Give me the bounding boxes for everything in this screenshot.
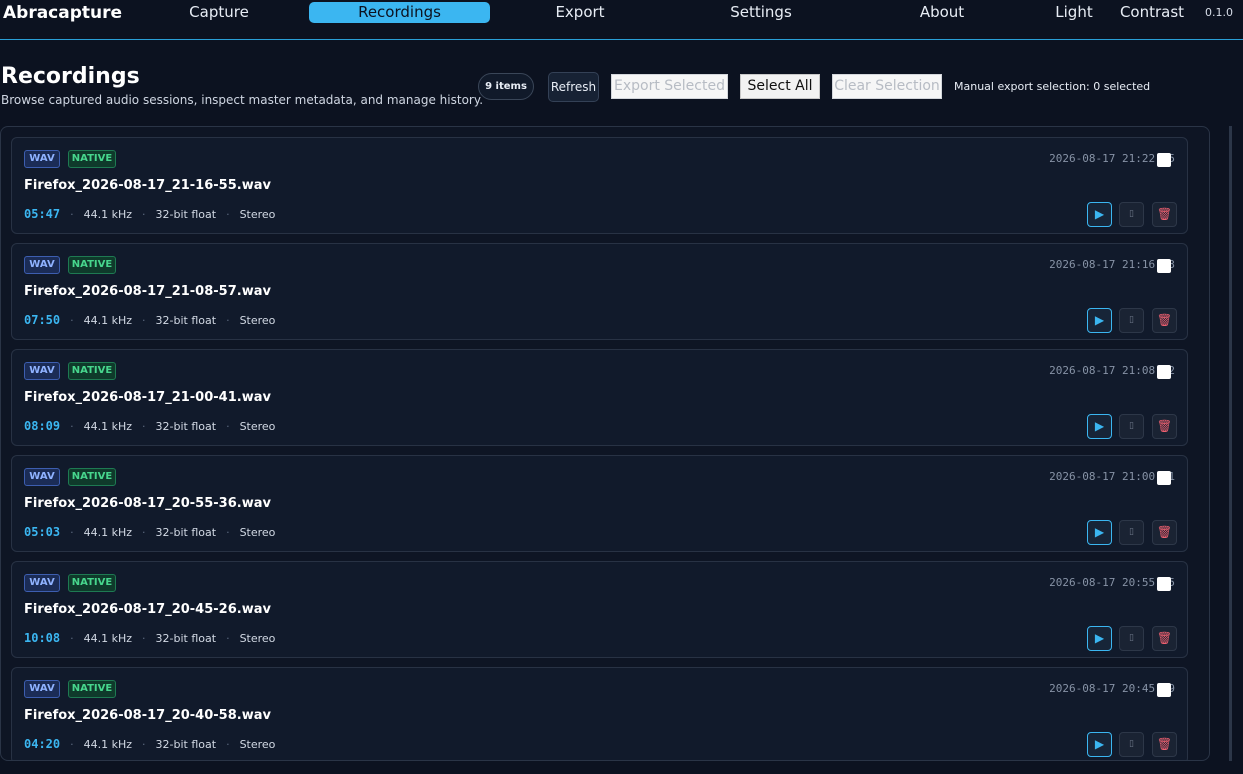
recording-card[interactable]: WAV NATIVE 2026-08-17 21:22:05 Firefox_2… xyxy=(11,137,1188,234)
select-icon[interactable]: ▯ xyxy=(1119,202,1144,227)
recording-duration: 10:08 xyxy=(24,631,61,645)
trash-icon[interactable]: 🗑 xyxy=(1152,202,1177,227)
trash-icon[interactable]: 🗑 xyxy=(1152,414,1177,439)
format-badge: WAV xyxy=(24,256,60,274)
channels: Stereo xyxy=(239,738,276,751)
recording-meta: 05:47 · 44.1 kHz · 32-bit float · Stereo xyxy=(24,207,276,221)
source-badge: NATIVE xyxy=(68,256,116,274)
recording-duration: 04:20 xyxy=(24,737,61,751)
play-icon[interactable]: ▶ xyxy=(1087,732,1112,757)
source-badge: NATIVE xyxy=(68,680,116,698)
recording-meta: 05:03 · 44.1 kHz · 32-bit float · Stereo xyxy=(24,525,276,539)
recording-duration: 08:09 xyxy=(24,419,61,433)
theme-contrast-toggle[interactable]: Contrast xyxy=(1117,2,1187,23)
bit-depth: 32-bit float xyxy=(155,526,217,539)
trash-icon[interactable]: 🗑 xyxy=(1152,308,1177,333)
page-subtitle: Browse captured audio sessions, inspect … xyxy=(1,93,484,107)
bit-depth: 32-bit float xyxy=(155,420,217,433)
play-icon[interactable]: ▶ xyxy=(1087,202,1112,227)
format-badge: WAV xyxy=(24,574,60,592)
recording-duration: 05:47 xyxy=(24,207,61,221)
format-badge: WAV xyxy=(24,680,60,698)
bit-depth: 32-bit float xyxy=(155,632,217,645)
recording-card[interactable]: WAV NATIVE 2026-08-17 21:08:52 Firefox_2… xyxy=(11,349,1188,446)
trash-icon[interactable]: 🗑 xyxy=(1152,520,1177,545)
select-all-button[interactable]: Select All xyxy=(740,74,820,99)
sample-rate: 44.1 kHz xyxy=(83,632,133,645)
select-checkbox[interactable] xyxy=(1157,683,1171,697)
select-icon[interactable]: ▯ xyxy=(1119,520,1144,545)
channels: Stereo xyxy=(239,314,276,327)
sample-rate: 44.1 kHz xyxy=(83,526,133,539)
clear-selection-button[interactable]: Clear Selection xyxy=(832,74,942,99)
bit-depth: 32-bit float xyxy=(155,738,217,751)
export-selected-button[interactable]: Export Selected xyxy=(611,74,728,99)
select-checkbox[interactable] xyxy=(1157,365,1171,379)
sample-rate: 44.1 kHz xyxy=(83,420,133,433)
source-badge: NATIVE xyxy=(68,150,116,168)
select-icon[interactable]: ▯ xyxy=(1119,626,1144,651)
nav-tab-export[interactable]: Export xyxy=(494,2,666,23)
recording-duration: 07:50 xyxy=(24,313,61,327)
nav-tab-recordings[interactable]: Recordings xyxy=(309,2,490,23)
recording-meta: 10:08 · 44.1 kHz · 32-bit float · Stereo xyxy=(24,631,276,645)
trash-icon[interactable]: 🗑 xyxy=(1152,626,1177,651)
select-icon[interactable]: ▯ xyxy=(1119,732,1144,757)
recording-card[interactable]: WAV NATIVE 2026-08-17 21:16:53 Firefox_2… xyxy=(11,243,1188,340)
format-badge: WAV xyxy=(24,362,60,380)
play-icon[interactable]: ▶ xyxy=(1087,626,1112,651)
sample-rate: 44.1 kHz xyxy=(83,208,133,221)
select-checkbox[interactable] xyxy=(1157,153,1171,167)
recording-filename: Firefox_2026-08-17_21-16-55.wav xyxy=(24,178,271,193)
source-badge: NATIVE xyxy=(68,468,116,486)
bit-depth: 32-bit float xyxy=(155,208,217,221)
top-nav: Abracapture Capture Recordings Export Se… xyxy=(0,0,1243,40)
app-version: 0.1.0 xyxy=(1205,6,1233,19)
select-checkbox[interactable] xyxy=(1157,259,1171,273)
nav-tab-capture[interactable]: Capture xyxy=(132,2,306,23)
recording-meta: 08:09 · 44.1 kHz · 32-bit float · Stereo xyxy=(24,419,276,433)
recording-card[interactable]: WAV NATIVE 2026-08-17 20:55:35 Firefox_2… xyxy=(11,561,1188,658)
refresh-button[interactable]: Refresh xyxy=(548,72,599,102)
recording-filename: Firefox_2026-08-17_20-55-36.wav xyxy=(24,496,271,511)
channels: Stereo xyxy=(239,526,276,539)
recordings-list: WAV NATIVE 2026-08-17 21:22:05 Firefox_2… xyxy=(0,126,1210,761)
format-badge: WAV xyxy=(24,150,60,168)
recording-filename: Firefox_2026-08-17_20-45-26.wav xyxy=(24,602,271,617)
format-badge: WAV xyxy=(24,468,60,486)
recording-filename: Firefox_2026-08-17_21-00-41.wav xyxy=(24,390,271,405)
recording-card[interactable]: WAV NATIVE 2026-08-17 21:00:41 Firefox_2… xyxy=(11,455,1188,552)
select-checkbox[interactable] xyxy=(1157,577,1171,591)
recording-filename: Firefox_2026-08-17_20-40-58.wav xyxy=(24,708,271,723)
source-badge: NATIVE xyxy=(68,574,116,592)
page-title: Recordings xyxy=(1,64,140,89)
nav-tab-about[interactable]: About xyxy=(855,2,1029,23)
channels: Stereo xyxy=(239,420,276,433)
item-count-badge: 9 items xyxy=(478,73,534,100)
play-icon[interactable]: ▶ xyxy=(1087,414,1112,439)
sample-rate: 44.1 kHz xyxy=(83,314,133,327)
select-icon[interactable]: ▯ xyxy=(1119,308,1144,333)
channels: Stereo xyxy=(239,208,276,221)
channels: Stereo xyxy=(239,632,276,645)
app-brand: Abracapture xyxy=(3,3,123,23)
play-icon[interactable]: ▶ xyxy=(1087,520,1112,545)
recording-meta: 04:20 · 44.1 kHz · 32-bit float · Stereo xyxy=(24,737,276,751)
source-badge: NATIVE xyxy=(68,362,116,380)
theme-light-toggle[interactable]: Light xyxy=(1049,2,1099,23)
nav-tab-settings[interactable]: Settings xyxy=(672,2,850,23)
trash-icon[interactable]: 🗑 xyxy=(1152,732,1177,757)
scrollbar[interactable] xyxy=(1229,126,1232,761)
sample-rate: 44.1 kHz xyxy=(83,738,133,751)
recording-duration: 05:03 xyxy=(24,525,61,539)
play-icon[interactable]: ▶ xyxy=(1087,308,1112,333)
bit-depth: 32-bit float xyxy=(155,314,217,327)
recording-card[interactable]: WAV NATIVE 2026-08-17 20:45:19 Firefox_2… xyxy=(11,667,1188,760)
select-checkbox[interactable] xyxy=(1157,471,1171,485)
selection-status: Manual export selection: 0 selected xyxy=(954,80,1151,93)
recording-meta: 07:50 · 44.1 kHz · 32-bit float · Stereo xyxy=(24,313,276,327)
select-icon[interactable]: ▯ xyxy=(1119,414,1144,439)
recording-filename: Firefox_2026-08-17_21-08-57.wav xyxy=(24,284,271,299)
